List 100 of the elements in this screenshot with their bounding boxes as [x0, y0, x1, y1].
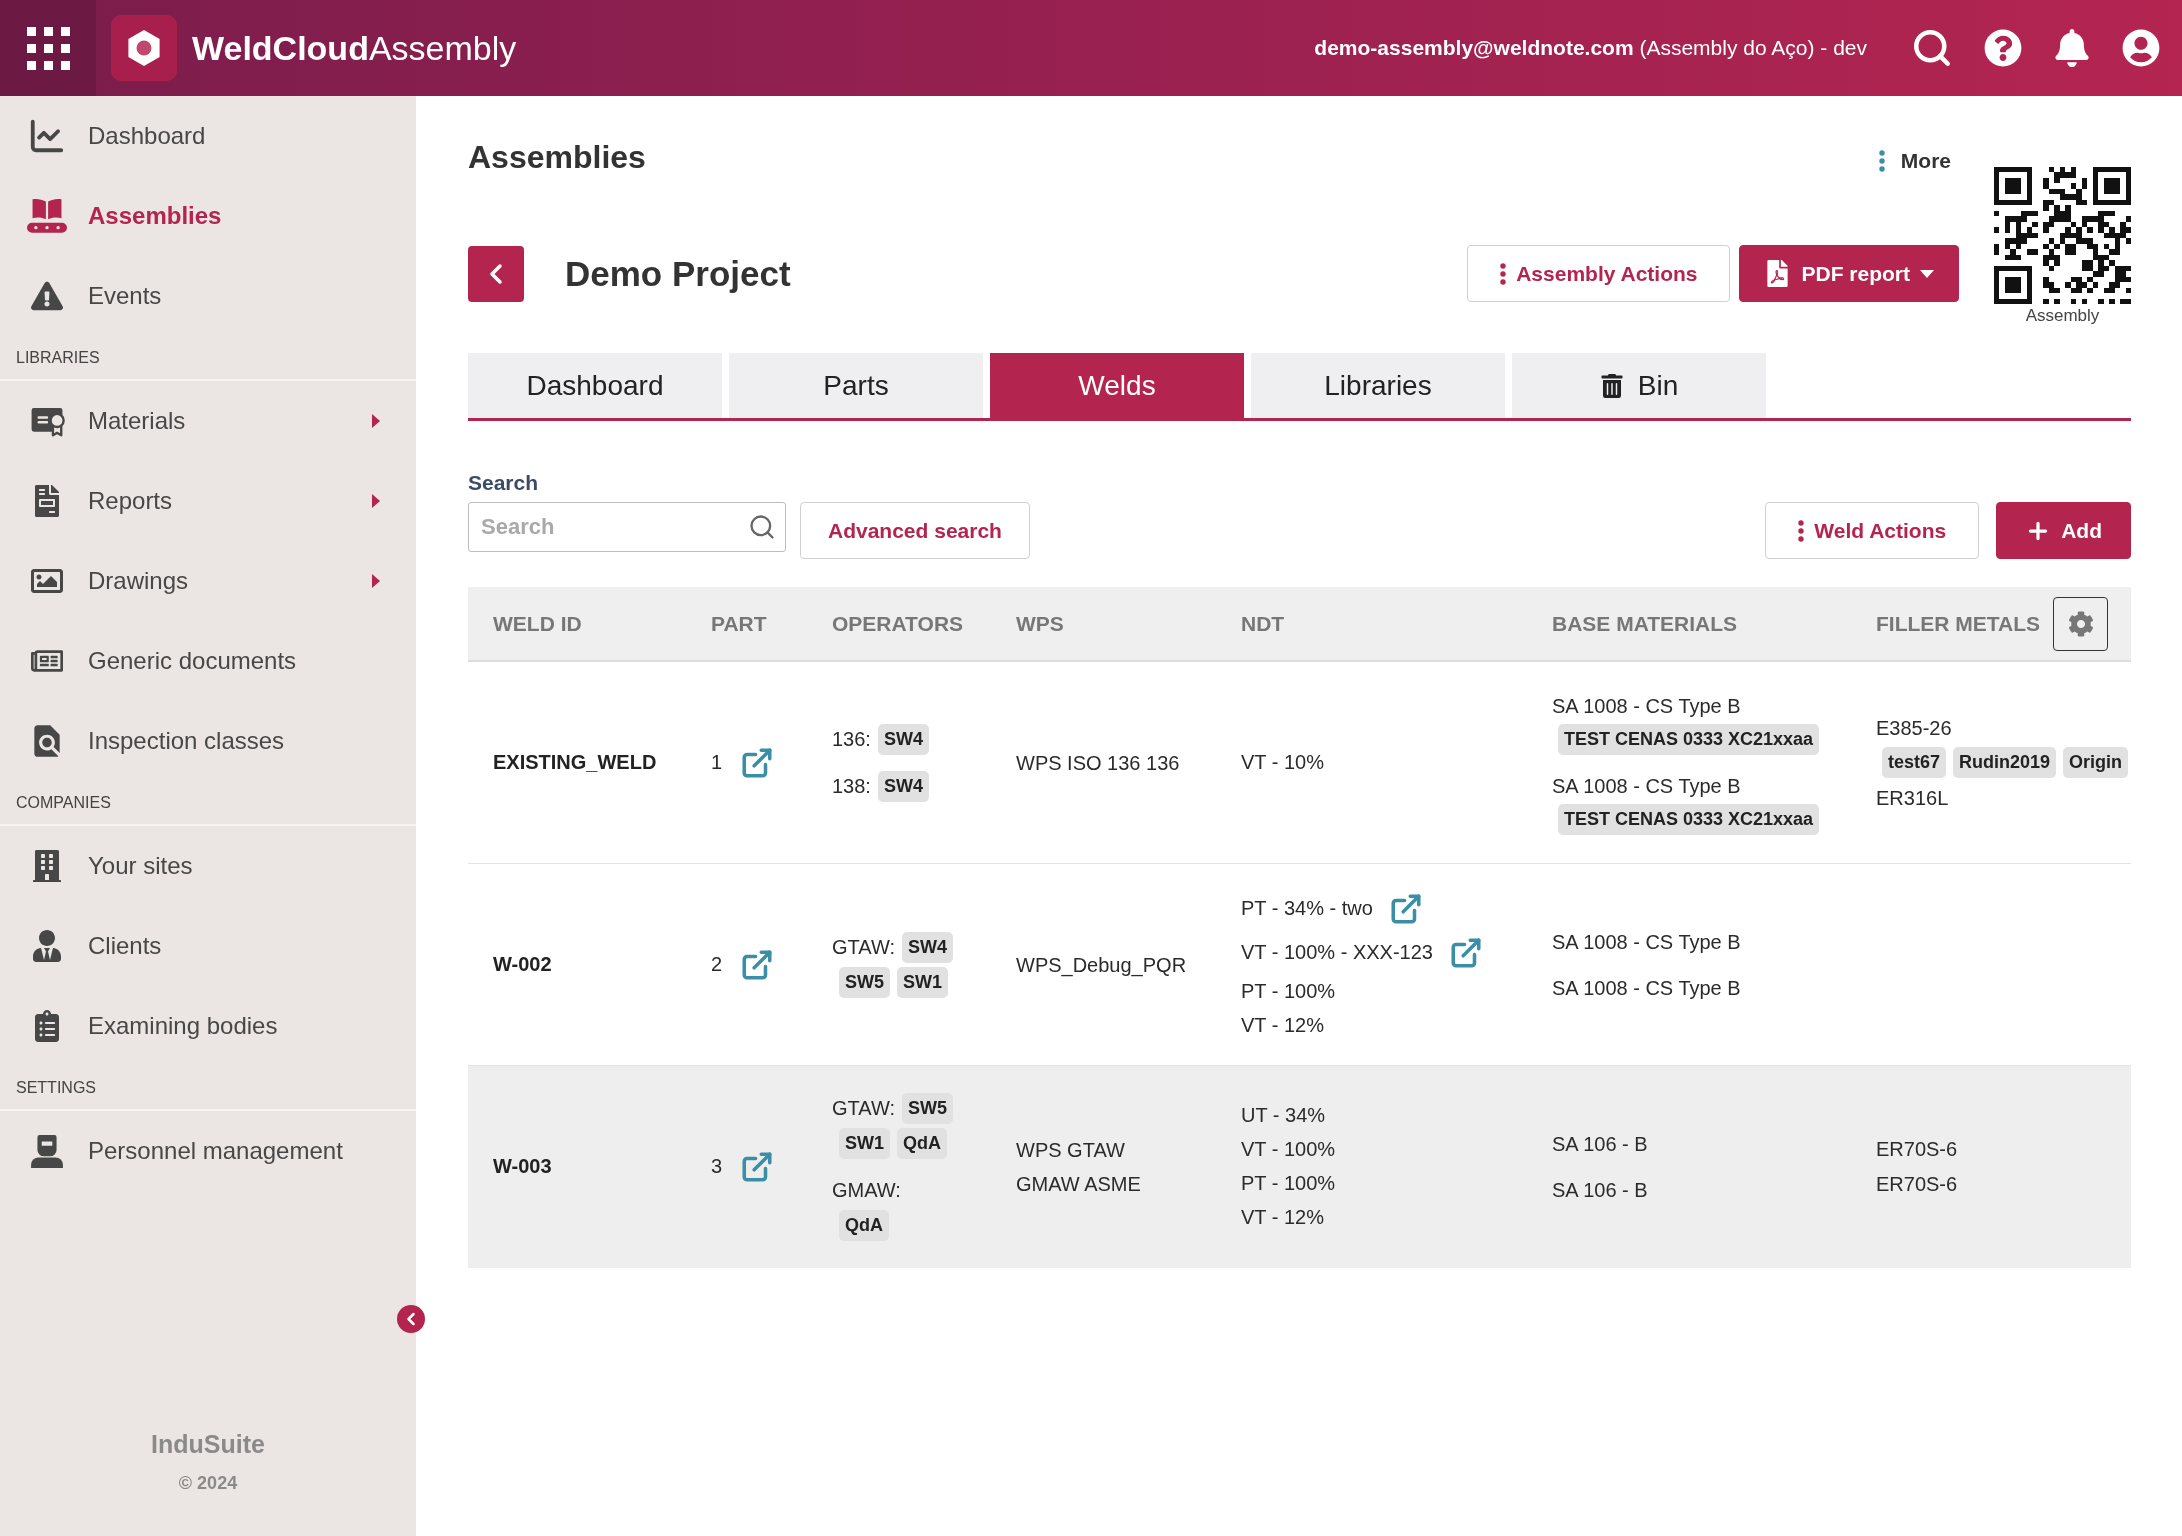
- sidebar-item[interactable]: Clients: [0, 906, 416, 986]
- page-title: Assemblies: [468, 138, 646, 176]
- sidebar-item[interactable]: Inspection classes: [0, 701, 416, 781]
- help-icon[interactable]: [1984, 29, 2022, 67]
- external-link-icon[interactable]: [1388, 891, 1423, 926]
- project-title: Demo Project: [565, 253, 791, 294]
- welder-tag: QdA: [897, 1127, 947, 1159]
- column-header: OPERATORS: [832, 611, 964, 636]
- external-link-icon[interactable]: [740, 947, 775, 982]
- tab[interactable]: Dashboard: [468, 353, 722, 418]
- wps-name: WPS ISO 136 136: [1016, 750, 1181, 776]
- account-label: demo-assembly@weldnote.com (Assembly do Aço) - dev: [1314, 36, 1867, 60]
- ndt-entry: PT - 100%: [1241, 1172, 1336, 1195]
- pdf-report-button[interactable]: PDF report: [1739, 245, 1959, 302]
- section-heading: SETTINGS: [16, 1078, 96, 1097]
- building-icon: [31, 850, 63, 882]
- column-header: WELD ID: [493, 611, 582, 636]
- qr-caption: Assembly: [2025, 306, 2100, 326]
- app-title: WeldCloudAssembly: [192, 28, 517, 68]
- process-label: GTAW:: [832, 1095, 895, 1121]
- material-name: SA 1008 - CS Type B: [1552, 975, 1741, 1001]
- material-name: SA 106 - B: [1552, 1177, 1648, 1203]
- sidebar-item[interactable]: Drawings: [0, 541, 416, 621]
- sidebar-item[interactable]: Assemblies: [0, 176, 416, 256]
- actions-menu-button[interactable]: Assembly Actions: [1467, 245, 1731, 302]
- external-link-icon[interactable]: [740, 745, 775, 780]
- section-heading: LIBRARIES: [16, 348, 100, 367]
- welder-tag: SW4: [877, 770, 929, 802]
- sidebar-item[interactable]: Generic documents: [0, 621, 416, 701]
- ndt-entry: UT - 34%: [1241, 1104, 1326, 1127]
- sidebar-item[interactable]: Reports: [0, 461, 416, 541]
- welder-tag: SW1: [897, 966, 949, 998]
- kebab-icon: [1798, 519, 1805, 542]
- welder-tag: QdA: [839, 1209, 889, 1241]
- part-number: 3: [711, 1155, 723, 1178]
- sidebar-item[interactable]: Personnel management: [0, 1111, 416, 1191]
- filler-metal-name: ER316L: [1876, 785, 1949, 811]
- book-conveyor-icon: [27, 198, 67, 234]
- column-header: WPS: [1016, 611, 1064, 636]
- sidebar-item[interactable]: Events: [0, 256, 416, 336]
- kebab-icon: [1878, 150, 1885, 172]
- welder-tag: SW5: [839, 966, 890, 998]
- qr-code-icon: [1994, 167, 2131, 304]
- welder-icon: [30, 1134, 64, 1168]
- weld-id: W-002: [493, 953, 552, 975]
- ndt-entry: VT - 12%: [1241, 1014, 1324, 1037]
- tab[interactable]: Welds: [990, 353, 1244, 418]
- line-chart-icon: [28, 117, 66, 155]
- tab[interactable]: Libraries: [1251, 353, 1505, 418]
- welder-tag: SW1: [839, 1127, 890, 1159]
- welder-tag: SW4: [901, 931, 953, 963]
- add-button[interactable]: Add: [1996, 502, 2131, 559]
- more-button[interactable]: More: [1878, 145, 1951, 177]
- ndt-entry: VT - 12%: [1241, 1206, 1324, 1229]
- actions-menu-button[interactable]: Weld Actions: [1765, 502, 1980, 559]
- external-link-icon[interactable]: [740, 1149, 775, 1184]
- column-settings-button[interactable]: [2053, 596, 2109, 651]
- user-avatar-icon[interactable]: [2122, 29, 2160, 67]
- copyright-text: © 2024: [178, 1473, 238, 1494]
- sidebar-item[interactable]: Materials: [0, 381, 416, 461]
- advanced-search-button[interactable]: Advanced search: [800, 502, 1030, 559]
- filler-metal-name: E385-26: [1876, 715, 1952, 741]
- tab[interactable]: Parts: [729, 353, 983, 418]
- material-tag: TEST CENAS 0333 XC21xxaa: [1558, 723, 1820, 755]
- welder-tag: SW4: [877, 723, 929, 755]
- sidebar-item[interactable]: Examining bodies: [0, 986, 416, 1066]
- process-label: GMAW:: [832, 1177, 901, 1203]
- part-number: 2: [711, 953, 723, 976]
- column-header: PART: [711, 611, 767, 636]
- hexagon-logo-icon: [111, 15, 177, 81]
- process-label: 136:: [832, 726, 871, 752]
- ndt-entry: PT - 34% - two: [1241, 897, 1373, 920]
- sidebar-item[interactable]: Your sites: [0, 826, 416, 906]
- search-icon[interactable]: [1911, 27, 1953, 69]
- kebab-icon: [1500, 262, 1507, 285]
- gear-icon: [2067, 610, 2094, 637]
- apps-menu-button[interactable]: [0, 0, 96, 96]
- ndt-entry: VT - 100%: [1241, 1138, 1336, 1161]
- material-name: SA 106 - B: [1552, 1131, 1648, 1157]
- wps-name: WPS GTAW GMAW ASME: [1016, 1137, 1142, 1197]
- column-header: NDT: [1241, 611, 1285, 636]
- external-link-icon[interactable]: [1448, 935, 1483, 970]
- part-number: 1: [711, 751, 723, 774]
- filler-tag: test67: [1882, 746, 1947, 778]
- trash-icon: [1599, 373, 1624, 398]
- back-button[interactable]: [468, 245, 524, 302]
- tab[interactable]: Bin: [1512, 353, 1766, 418]
- material-name: SA 1008 - CS Type B: [1552, 929, 1741, 955]
- bell-icon[interactable]: [2053, 29, 2091, 67]
- section-heading: COMPANIES: [16, 793, 111, 812]
- ndt-entry: VT - 10%: [1241, 751, 1324, 774]
- filler-tag: Origin: [2063, 746, 2129, 778]
- brand-name: InduSuite: [151, 1430, 265, 1459]
- field-label: Search: [468, 471, 540, 495]
- search-field[interactable]: Search: [468, 502, 786, 552]
- filler-metal-name: ER70S-6: [1876, 1137, 1958, 1162]
- sidebar-item[interactable]: Dashboard: [0, 96, 416, 176]
- weld-id: W-003: [493, 1155, 552, 1177]
- user-tie-icon: [31, 930, 63, 962]
- collapse-button[interactable]: [397, 1305, 425, 1333]
